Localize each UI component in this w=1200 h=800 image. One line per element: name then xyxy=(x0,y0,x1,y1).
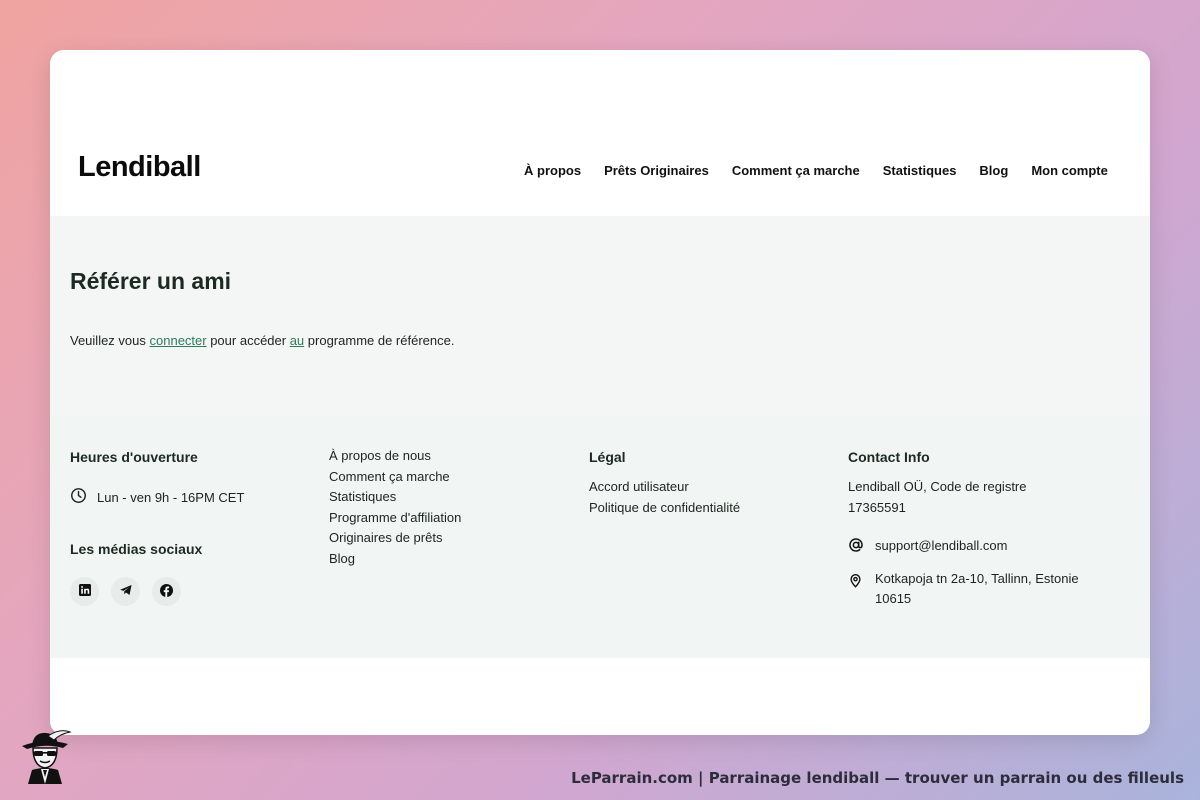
footer-contact-column: Contact Info Lendiball OÜ, Code de regis… xyxy=(848,449,1079,610)
intro-text-1: Veuillez vous xyxy=(70,333,150,348)
company-info: Lendiball OÜ, Code de registre 17365591 xyxy=(848,477,1079,518)
footer-links-column: À propos de nous Comment ça marche Stati… xyxy=(329,446,461,569)
intro-text-2: pour accéder xyxy=(206,333,290,348)
nav-how-it-works[interactable]: Comment ça marche xyxy=(732,163,860,178)
login-link[interactable]: connecter xyxy=(150,333,207,348)
site-footer: Heures d'ouverture Lun - ven 9h - 16PM C… xyxy=(50,416,1150,658)
site-credit: LeParrain.com | Parrainage lendiball — t… xyxy=(571,769,1184,787)
telegram-icon xyxy=(119,583,133,600)
hours-text: Lun - ven 9h - 16PM CET xyxy=(97,489,245,505)
footer-hours-column: Heures d'ouverture Lun - ven 9h - 16PM C… xyxy=(70,449,244,606)
contact-heading: Contact Info xyxy=(848,449,930,465)
linkedin-icon xyxy=(78,584,91,599)
address-text: Kotkapoja tn 2a-10, Tallinn, Estonie 106… xyxy=(875,569,1079,610)
clock-icon xyxy=(70,487,97,507)
referral-section: Référer un ami Veuillez vous connecter p… xyxy=(50,216,1150,416)
legal-link-privacy[interactable]: Politique de confidentialité xyxy=(589,498,740,519)
leparrain-mascot-logo xyxy=(18,728,72,789)
page-title: Référer un ami xyxy=(70,268,232,294)
facebook-button[interactable] xyxy=(152,577,181,606)
company-registry-code: 17365591 xyxy=(848,499,906,515)
nav-about[interactable]: À propos xyxy=(524,163,581,178)
legal-links: Accord utilisateur Politique de confiden… xyxy=(589,477,740,518)
social-links xyxy=(70,577,244,606)
footer-link-originators[interactable]: Originaires de prêts xyxy=(329,528,461,549)
linkedin-button[interactable] xyxy=(70,577,99,606)
company-name: Lendiball OÜ, Code de registre xyxy=(848,479,1027,494)
social-heading: Les médias sociaux xyxy=(70,541,203,557)
facebook-icon xyxy=(160,583,173,600)
footer-link-about[interactable]: À propos de nous xyxy=(329,446,461,467)
address-street: Kotkapoja tn 2a-10, Tallinn, Estonie xyxy=(875,570,1079,586)
footer-link-statistics[interactable]: Statistiques xyxy=(329,487,461,508)
location-pin-icon xyxy=(848,569,864,592)
address-postcode: 10615 xyxy=(875,591,912,606)
hours-heading: Heures d'ouverture xyxy=(70,449,198,465)
nav-loan-originators[interactable]: Prêts Originaires xyxy=(604,163,709,178)
referral-login-message: Veuillez vous connecter pour accéder au … xyxy=(70,333,454,348)
address-row: Kotkapoja tn 2a-10, Tallinn, Estonie 106… xyxy=(848,569,1079,610)
legal-link-user-agreement[interactable]: Accord utilisateur xyxy=(589,477,740,498)
nav-statistics[interactable]: Statistiques xyxy=(883,163,957,178)
page-bottom-blank xyxy=(50,658,1150,735)
intro-text-3: programme de référence. xyxy=(304,333,455,348)
hours-row: Lun - ven 9h - 16PM CET xyxy=(70,487,244,507)
footer-link-blog[interactable]: Blog xyxy=(329,549,461,570)
at-icon xyxy=(848,536,864,556)
site-header: Lendiball À propos Prêts Originaires Com… xyxy=(50,50,1150,216)
nav-my-account[interactable]: Mon compte xyxy=(1031,163,1108,178)
legal-heading: Légal xyxy=(589,449,626,465)
footer-link-affiliate[interactable]: Programme d'affiliation xyxy=(329,508,461,529)
program-link[interactable]: au xyxy=(290,333,304,348)
main-nav: À propos Prêts Originaires Comment ça ma… xyxy=(524,163,1131,178)
footer-link-how-it-works[interactable]: Comment ça marche xyxy=(329,467,461,488)
email-link[interactable]: support@lendiball.com xyxy=(875,536,1007,557)
footer-legal-column: Légal Accord utilisateur Politique de co… xyxy=(589,449,740,518)
site-logo[interactable]: Lendiball xyxy=(78,151,201,184)
email-row: support@lendiball.com xyxy=(848,536,1079,557)
browser-card: Lendiball À propos Prêts Originaires Com… xyxy=(50,50,1150,735)
nav-blog[interactable]: Blog xyxy=(979,163,1008,178)
telegram-button[interactable] xyxy=(111,577,140,606)
